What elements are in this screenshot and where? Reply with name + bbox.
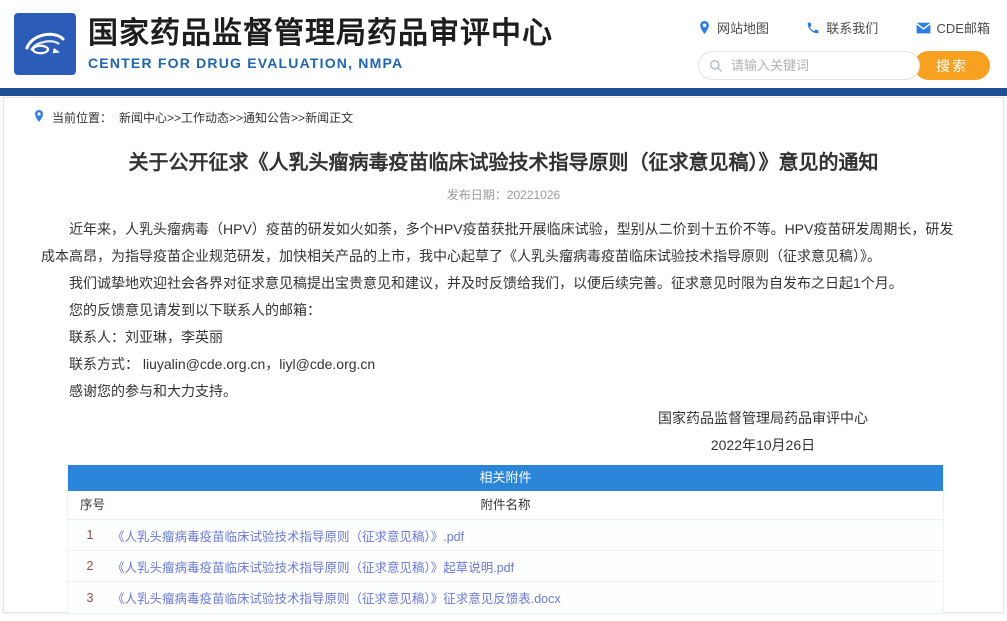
sitemap-link[interactable]: 网站地图: [698, 18, 769, 37]
attachment-row: 1 《人乳头瘤病毒疫苗临床试验技术指导原则（征求意见稿）》.pdf: [68, 520, 943, 551]
article-paragraph: 近年来，人乳头瘤病毒（HPV）疫苗的研发如火如荼，多个HPV疫苗获批开展临床试验…: [41, 221, 954, 264]
attachment-link[interactable]: 《人乳头瘤病毒疫苗临床试验技术指导原则（征求意见稿）》.pdf: [112, 526, 464, 545]
breadcrumb-prefix: 当前位置：: [52, 111, 113, 125]
article-title: 关于公开征求《人乳头瘤病毒疫苗临床试验技术指导原则（征求意见稿）》意见的通知: [128, 152, 879, 174]
org-name-en: CENTER FOR DRUG EVALUATION, NMPA: [88, 55, 404, 71]
column-header-name: 附件名称: [480, 498, 531, 512]
search-box: [698, 51, 920, 80]
search-input[interactable]: [731, 53, 911, 78]
sitemap-link-label: 网站地图: [717, 21, 770, 36]
signature-org: 国家药品监督管理局药品审评中心: [658, 410, 868, 426]
location-pin-icon: [698, 20, 711, 35]
envelope-icon: [916, 22, 931, 34]
article-paragraph: 联系人：刘亚琳，李英丽: [69, 329, 223, 345]
navy-divider-bar: [0, 88, 1007, 96]
content-panel: 当前位置： 新闻中心>>工作动态>>通知公告>>新闻正文 关于公开征求《人乳头瘤…: [3, 97, 1004, 614]
attachment-row-number: 3: [86, 590, 94, 605]
breadcrumb-path[interactable]: 新闻中心>>工作动态>>通知公告>>新闻正文: [119, 109, 353, 126]
search-button[interactable]: 搜索: [914, 51, 990, 80]
article-paragraph: 感谢您的参与和大力支持。: [69, 383, 237, 399]
site-header: 国家药品监督管理局药品审评中心 CENTER FOR DRUG EVALUATI…: [0, 0, 1007, 88]
attachment-row: 2 《人乳头瘤病毒疫苗临床试验技术指导原则（征求意见稿）》起草说明.pdf: [68, 551, 943, 582]
attachment-row-number: 2: [86, 559, 94, 573]
cde-logo[interactable]: [14, 13, 76, 75]
attachments-table: 相关附件 序号 附件名称 1 《人乳头瘤病毒疫苗临床试验技术指导原则（征求意见稿…: [67, 465, 944, 614]
attachments-title-bar: 相关附件: [68, 465, 943, 491]
attachments-column-header: 序号 附件名称: [68, 491, 943, 520]
page: 国家药品监督管理局药品审评中心 CENTER FOR DRUG EVALUATI…: [0, 0, 1007, 621]
breadcrumb: 当前位置： 新闻中心>>工作动态>>通知公告>>新闻正文: [33, 98, 966, 126]
contact-us-link[interactable]: 联系我们: [806, 18, 878, 37]
phone-icon: [806, 21, 820, 35]
org-title-block: 国家药品监督管理局药品审评中心 CENTER FOR DRUG EVALUATI…: [88, 16, 553, 71]
search-row: 搜索: [698, 51, 990, 80]
attachment-row: 3 《人乳头瘤病毒疫苗临床试验技术指导原则（征求意见稿）》征求意见反馈表.doc…: [68, 582, 943, 613]
attachment-link[interactable]: 《人乳头瘤病毒疫苗临床试验技术指导原则（征求意见稿）》起草说明.pdf: [112, 557, 514, 576]
article-paragraph: 我们诚挚地欢迎社会各界对征求意见稿提出宝贵意见和建议，并及时反馈给我们，以便后续…: [69, 275, 903, 291]
article-body: 近年来，人乳头瘤病毒（HPV）疫苗的研发如火如荼，多个HPV疫苗获批开展临床试验…: [41, 216, 966, 405]
attachment-row-number: 1: [86, 528, 94, 542]
column-header-no: 序号: [80, 498, 106, 512]
article-paragraph: 联系方式： liuyalin@cde.org.cn，liyl@cde.org.c…: [69, 356, 376, 372]
location-pin-icon: [33, 109, 45, 126]
quick-links: 网站地图 联系我们 CDE邮箱: [698, 18, 990, 37]
cde-mail-link[interactable]: CDE邮箱: [916, 18, 990, 37]
cde-mail-link-label: CDE邮箱: [936, 21, 990, 36]
signature-date: 2022年10月26日: [710, 437, 816, 453]
header-right: 网站地图 联系我们 CDE邮箱 请输入关键词 搜索: [698, 18, 990, 80]
article-signature: 国家药品监督管理局药品审评中心 2022年10月26日: [658, 405, 868, 459]
cde-swirl-logo-icon: [21, 18, 69, 71]
contact-us-link-label: 联系我们: [826, 21, 879, 36]
attachment-link[interactable]: 《人乳头瘤病毒疫苗临床试验技术指导原则（征求意见稿）》征求意见反馈表.docx: [112, 588, 561, 607]
org-name-cn: 国家药品监督管理局药品审评中心: [88, 17, 553, 50]
publish-date: 发布日期：20221026: [446, 188, 561, 202]
article-paragraph: 您的反馈意见请发到以下联系人的邮箱：: [69, 302, 321, 318]
